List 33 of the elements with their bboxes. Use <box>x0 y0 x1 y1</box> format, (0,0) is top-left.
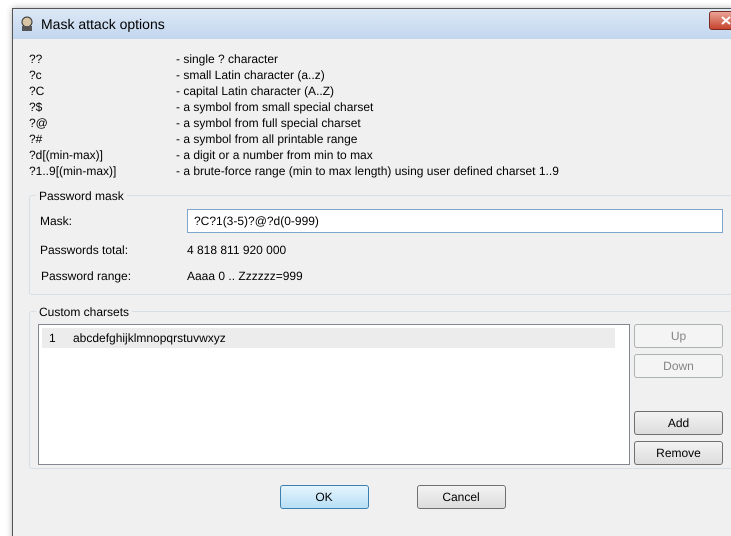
mask-code: ?@ <box>29 115 49 131</box>
mask-code: ?C <box>29 83 46 99</box>
mask-field[interactable]: ?C?1(3-5)?@?d(0-999) <box>187 208 723 232</box>
field-label: Password range: <box>40 268 132 284</box>
code-description: - small Latin character (a..z) <box>176 68 325 82</box>
charset-list[interactable]: 1 abcdefghijklmnopqrstuvwxyz <box>38 324 630 465</box>
code-description: - a brute-force range (min to max length) using user defined charset 1..9 <box>176 164 559 178</box>
total-value: 4 818 811 920 000 <box>187 242 286 258</box>
app-icon <box>19 16 35 32</box>
side-button[interactable]: Remove <box>634 441 723 465</box>
dialog-button[interactable]: Cancel <box>416 485 506 509</box>
side-button[interactable]: Add <box>634 411 723 435</box>
mask-code: ?# <box>29 131 44 147</box>
list-row[interactable]: 1 abcdefghijklmnopqrstuvwxyz <box>42 328 615 348</box>
charset-text: abcdefghijklmnopqrstuvwxyz <box>73 330 226 347</box>
code-description: - a symbol from small special charset <box>176 100 374 114</box>
mask-code: ?$ <box>29 99 44 115</box>
code-description: - a symbol from full special charset <box>176 116 361 130</box>
mask-code: ?c <box>29 67 43 83</box>
dialog-button[interactable]: OK <box>280 485 368 509</box>
window-title: Mask attack options <box>41 14 165 34</box>
code-description: - capital Latin character (A..Z) <box>176 84 334 98</box>
range-value: Aaaa 0 .. Zzzzzz=999 <box>187 268 303 284</box>
mask-code: ?? <box>29 51 44 67</box>
row-index: 1 <box>49 330 57 347</box>
field-label: Passwords total: <box>40 242 130 258</box>
close-icon <box>721 16 731 24</box>
code-description: - single ? character <box>176 52 278 66</box>
mask-code: ?1..9[(min-max)] <box>29 163 118 179</box>
code-description: - a digit or a number from min to max <box>176 148 373 162</box>
mask-code: ?d[(min-max)] <box>29 147 104 163</box>
code-description: - a symbol from all printable range <box>176 132 358 146</box>
field-label: Mask: <box>40 212 74 230</box>
